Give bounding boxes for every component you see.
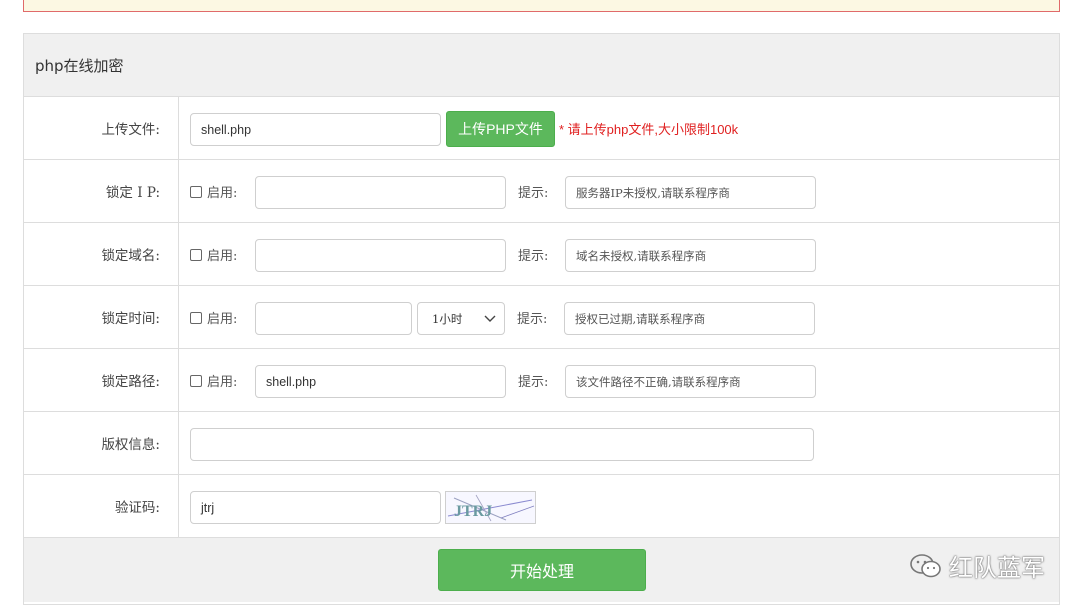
lock-time-select[interactable]: 1小时 [417,302,505,335]
lock-domain-hint-label: 提示: [518,249,549,264]
lock-time-checkbox[interactable] [190,311,202,324]
start-process-button[interactable]: 开始处理 [438,549,646,591]
lock-domain-enable[interactable]: 启用: [190,238,237,271]
chevron-down-icon [484,315,496,322]
row-upload: 上传文件: shell.php 上传PHP文件 * 请上传php文件,大小限制1… [24,97,1059,160]
lock-ip-enable[interactable]: 启用: [190,175,237,208]
encrypt-panel: php在线加密 上传文件: shell.php 上传PHP文件 * 请上传php… [23,33,1060,605]
lock-ip-field: 启用: 提示: 服务器IP未授权,请联系程序商 [179,160,1059,222]
captcha-input[interactable]: jtrj [190,491,441,524]
lock-domain-enable-label: 启用: [207,249,238,264]
upload-field: shell.php 上传PHP文件 * 请上传php文件,大小限制100k [179,97,1059,159]
lock-path-hint-input[interactable]: 该文件路径不正确,请联系程序商 [565,365,816,398]
row-captcha: 验证码: jtrj JTRJ [24,475,1059,538]
copyright-input[interactable] [190,428,814,461]
lock-domain-hint-input[interactable]: 域名未授权,请联系程序商 [565,239,816,272]
lock-time-select-value: 1小时 [432,311,463,326]
lock-ip-hint-input[interactable]: 服务器IP未授权,请联系程序商 [565,176,816,209]
lock-path-enable-label: 启用: [207,375,238,390]
watermark: 红队蓝军 [909,548,1045,583]
row-lock-path: 锁定路径: 启用: shell.php 提示: 该文件路径不正确,请联系程序商 [24,349,1059,412]
footer-row: 开始处理 [24,538,1059,602]
lock-ip-input[interactable] [255,176,506,209]
lock-time-enable-label: 启用: [207,312,238,327]
captcha-graphic: JTRJ [447,494,535,522]
row-lock-time: 锁定时间: 启用: 1小时 提示: 授权已过期,请联系程序商 [24,286,1059,349]
copyright-field [179,412,1059,474]
lock-ip-hint-label: 提示: [518,186,549,201]
lock-path-label: 锁定路径: [24,349,179,411]
captcha-text: JTRJ [454,503,492,520]
lock-time-hint-label: 提示: [517,312,548,327]
lock-path-hint-label: 提示: [518,375,549,390]
lock-domain-checkbox[interactable] [190,248,202,261]
panel-title: php在线加密 [24,34,1059,97]
captcha-image[interactable]: JTRJ [445,491,536,524]
copyright-label: 版权信息: [24,412,179,474]
upload-note: * 请上传php文件,大小限制100k [559,122,739,137]
lock-time-field: 启用: 1小时 提示: 授权已过期,请联系程序商 [179,286,1059,348]
row-copyright: 版权信息: [24,412,1059,475]
lock-ip-label: 锁定 I P: [24,160,179,222]
lock-path-enable[interactable]: 启用: [190,364,237,397]
upload-php-button[interactable]: 上传PHP文件 [446,111,555,147]
top-alert-bar [23,0,1060,12]
lock-time-enable[interactable]: 启用: [190,301,237,334]
lock-domain-input[interactable] [255,239,506,272]
upload-label: 上传文件: [24,97,179,159]
captcha-label: 验证码: [24,475,179,537]
wechat-icon [910,553,941,577]
lock-path-field: 启用: shell.php 提示: 该文件路径不正确,请联系程序商 [179,349,1059,411]
lock-ip-checkbox[interactable] [190,185,202,198]
lock-path-input[interactable]: shell.php [255,365,506,398]
row-lock-domain: 锁定域名: 启用: 提示: 域名未授权,请联系程序商 [24,223,1059,286]
captcha-field: jtrj JTRJ [179,475,1059,537]
row-lock-ip: 锁定 I P: 启用: 提示: 服务器IP未授权,请联系程序商 [24,160,1059,223]
upload-filename-input[interactable]: shell.php [190,113,441,146]
lock-time-hint-input[interactable]: 授权已过期,请联系程序商 [564,302,815,335]
lock-path-checkbox[interactable] [190,374,202,387]
lock-ip-enable-label: 启用: [207,186,238,201]
watermark-text: 红队蓝军 [949,554,1045,582]
lock-time-input[interactable] [255,302,412,335]
lock-domain-label: 锁定域名: [24,223,179,285]
lock-domain-field: 启用: 提示: 域名未授权,请联系程序商 [179,223,1059,285]
lock-time-label: 锁定时间: [24,286,179,348]
